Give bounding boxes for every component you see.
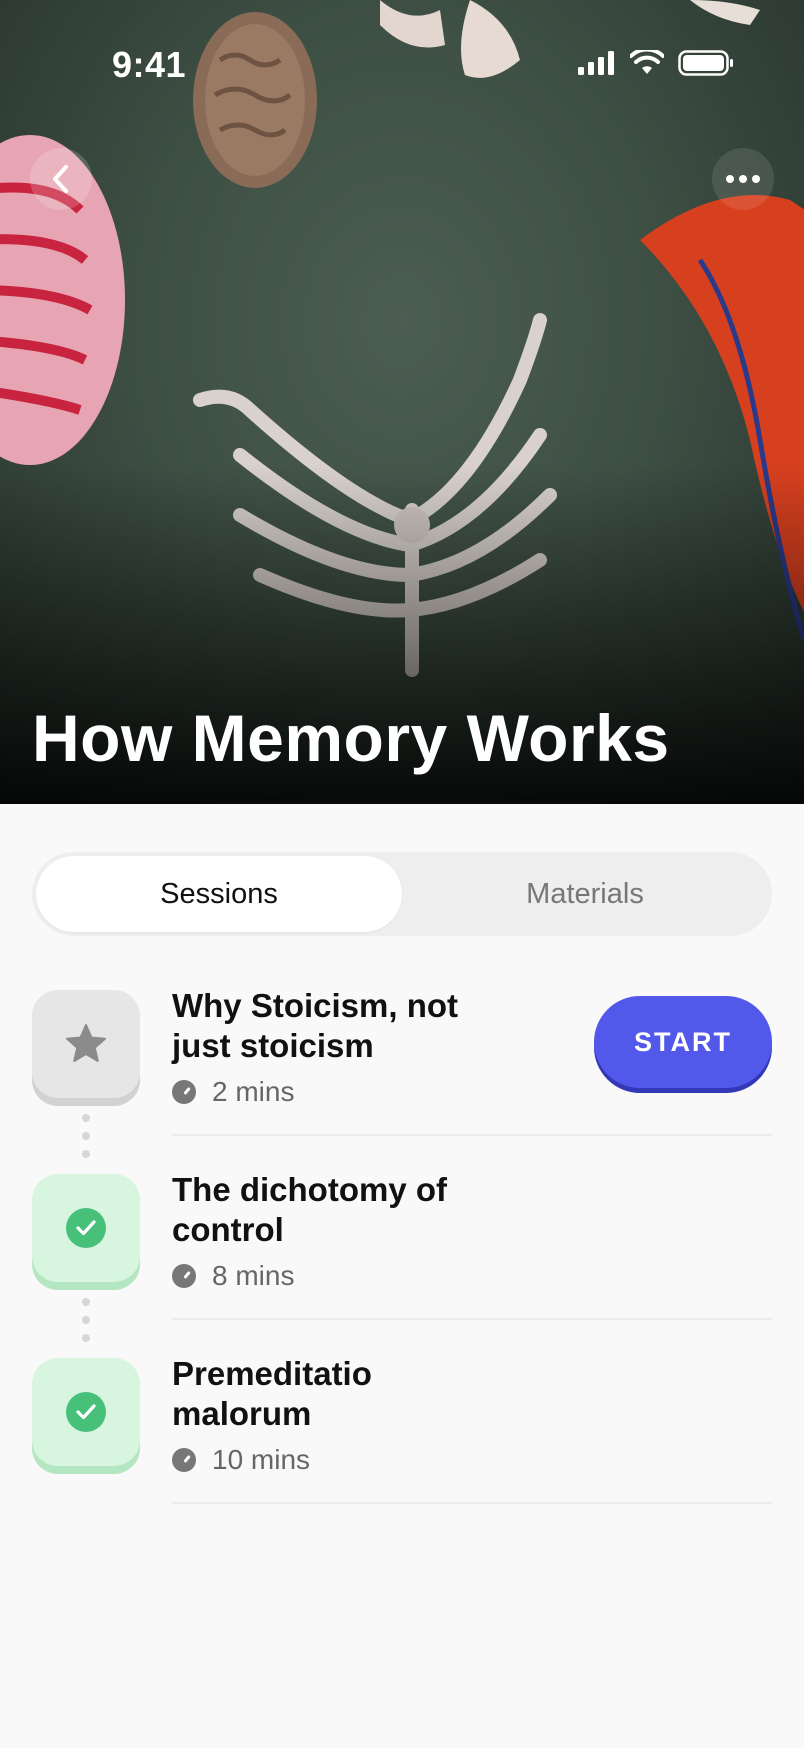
divider	[172, 1502, 772, 1504]
check-icon	[76, 1404, 96, 1420]
more-horizontal-icon	[726, 175, 760, 183]
tab-sessions[interactable]: Sessions	[36, 856, 402, 932]
start-button[interactable]: START	[594, 996, 772, 1088]
status-time: 9:41	[112, 44, 187, 85]
completed-indicator	[66, 1208, 106, 1248]
session-item[interactable]: Premeditatio malorum 10 mins	[0, 1350, 804, 1534]
session-duration-text: 2 mins	[212, 1076, 295, 1107]
session-status-badge	[32, 1174, 140, 1282]
chevron-left-icon	[53, 165, 68, 193]
more-options-button[interactable]	[712, 148, 774, 210]
cellular-signal-icon	[578, 51, 614, 75]
session-status-badge	[32, 1358, 140, 1466]
session-item[interactable]: Why Stoicism, not just stoicism 2 mins S…	[0, 982, 804, 1166]
hero-image: 9:41 How Memory Works	[0, 0, 804, 804]
session-duration-text: 8 mins	[212, 1260, 295, 1291]
check-icon	[76, 1220, 96, 1236]
star-icon	[66, 1024, 106, 1062]
tab-materials[interactable]: Materials	[402, 856, 768, 932]
divider	[172, 1134, 772, 1136]
session-title: Why Stoicism, not just stoicism	[172, 987, 459, 1064]
timeline-connector	[82, 1298, 90, 1342]
divider	[172, 1318, 772, 1320]
status-icons	[578, 50, 734, 76]
session-duration: 10 mins	[172, 1444, 310, 1476]
clock-icon	[172, 1448, 196, 1472]
completed-indicator	[66, 1392, 106, 1432]
session-duration: 2 mins	[172, 1076, 294, 1108]
clock-icon	[172, 1080, 196, 1104]
timeline-connector	[82, 1114, 90, 1158]
battery-icon	[678, 50, 733, 76]
status-bar: 9:41	[0, 0, 804, 130]
clock-icon	[172, 1264, 196, 1288]
session-duration: 8 mins	[172, 1260, 294, 1292]
course-title: How Memory Works	[32, 701, 670, 775]
back-button[interactable]	[30, 148, 92, 210]
sessions-materials-segmented-control: Sessions Materials	[32, 852, 772, 936]
wifi-icon	[630, 50, 664, 74]
session-item[interactable]: The dichotomy of control 8 mins	[0, 1166, 804, 1350]
session-status-badge	[32, 990, 140, 1098]
session-title: Premeditatio malorum	[172, 1355, 372, 1432]
session-duration-text: 10 mins	[212, 1444, 311, 1475]
session-title: The dichotomy of control	[172, 1171, 447, 1248]
